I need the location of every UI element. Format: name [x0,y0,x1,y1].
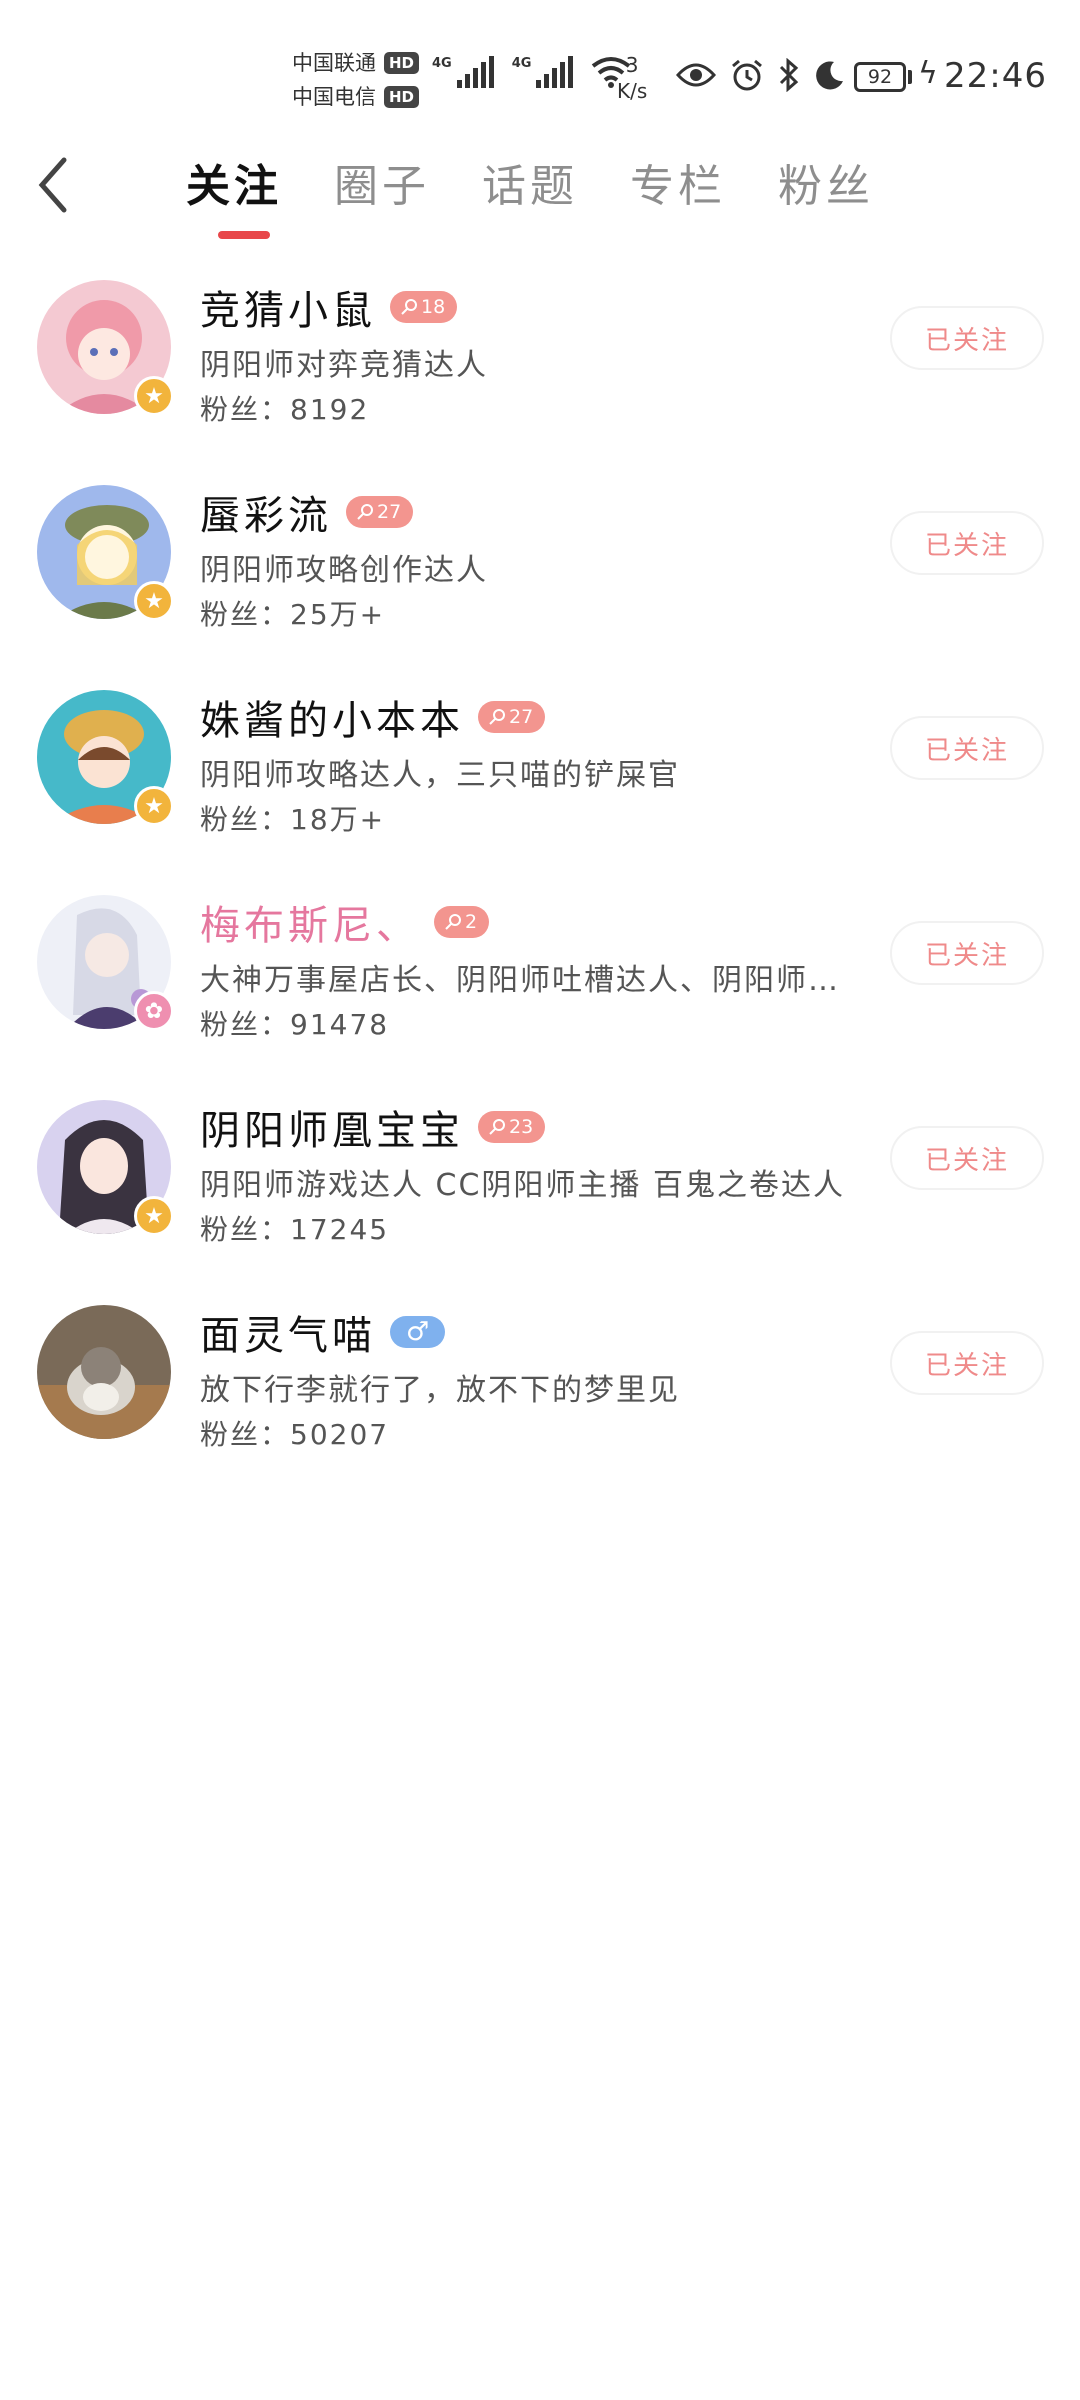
net-speed: 3 K/s [617,53,648,103]
followed-button[interactable]: 已关注 [890,306,1044,370]
status-bar: 中国联通 HD 中国电信 HD 4G 4G 3 K/s 92 ϟ 22:46 [0,0,1080,130]
user-name[interactable]: 竞猜小鼠 [200,278,376,336]
user-description: 大神万事屋店长、阴阳师吐槽达人、阴阳师… [200,963,840,998]
active-tab-indicator [218,231,270,239]
list-item[interactable]: 面灵气喵 ♂ 放下行李就行了，放不下的梦里见 粉丝：50207 已关注 [0,1297,1080,1502]
fan-count: 粉丝：8192 [200,393,370,426]
verified-star-icon: ★ [134,376,174,416]
user-description: 放下行李就行了，放不下的梦里见 [200,1373,680,1408]
list-item[interactable]: ★ 竞猜小鼠 18 阴阳师对弈竞猜达人 粉丝：8192 已关注 [0,272,1080,477]
hd-badge: HD [384,86,420,108]
user-description: 阴阳师游戏达人 CC阴阳师主播 百鬼之卷达人 [200,1168,845,1203]
level-icon [489,1119,505,1135]
user-name[interactable]: 面灵气喵 [200,1303,376,1361]
followed-button[interactable]: 已关注 [890,1126,1044,1190]
tab-topics[interactable]: 话题 [482,150,578,214]
user-name[interactable]: 梅布斯尼、 [200,893,420,951]
back-button[interactable] [34,152,94,218]
battery-icon: 92 [854,62,906,92]
user-description: 阴阳师对弈竞猜达人 [200,348,488,383]
charging-icon: ϟ [918,56,938,91]
user-description: 阴阳师攻略创作达人 [200,553,488,588]
clock: 22:46 [944,56,1047,96]
chevron-left-icon [38,157,67,213]
level-badge: 27 [346,496,414,528]
level-icon [401,299,417,315]
fan-count: 粉丝：17245 [200,1213,390,1246]
level-icon [489,709,505,725]
user-name[interactable]: 姝酱的小本本 [200,688,464,746]
signal-strength-icon: 4G [512,56,574,88]
level-icon [445,914,461,930]
list-item[interactable]: ★ 姝酱的小本本 27 阴阳师攻略达人，三只喵的铲屎官 粉丝：18万+ 已关注 [0,682,1080,887]
user-name[interactable]: 阴阳师凰宝宝 [200,1098,464,1156]
level-icon [357,504,373,520]
fan-count: 粉丝：18万+ [200,803,386,836]
tab-circles[interactable]: 圈子 [334,150,430,214]
level-badge: 27 [478,701,546,733]
followed-button[interactable]: 已关注 [890,716,1044,780]
verified-star-icon: ★ [134,581,174,621]
male-gender-icon: ♂ [390,1316,446,1348]
signal-icons: 4G 4G [432,56,631,88]
level-badge: 23 [478,1111,546,1143]
signal-strength-icon: 4G [432,56,494,88]
eye-icon [676,63,716,87]
level-badge: 18 [390,291,458,323]
carrier-2: 中国电信 [292,85,376,109]
carrier-info: 中国联通 HD 中国电信 HD [292,46,420,114]
following-list: ★ 竞猜小鼠 18 阴阳师对弈竞猜达人 粉丝：8192 已关注 ★ 蜃彩流 27… [0,272,1080,1502]
verified-star-icon: ★ [134,786,174,826]
followed-button[interactable]: 已关注 [890,921,1044,985]
hd-badge: HD [384,52,420,74]
tab-columns[interactable]: 专栏 [630,150,726,214]
fan-count: 粉丝：25万+ [200,598,386,631]
user-description: 阴阳师攻略达人，三只喵的铲屎官 [200,758,680,793]
level-badge: 2 [434,906,490,938]
list-item[interactable]: ★ 阴阳师凰宝宝 23 阴阳师游戏达人 CC阴阳师主播 百鬼之卷达人 粉丝：17… [0,1092,1080,1297]
followed-button[interactable]: 已关注 [890,511,1044,575]
tab-fans[interactable]: 粉丝 [778,150,874,214]
carrier-1: 中国联通 [292,51,376,75]
user-name[interactable]: 蜃彩流 [200,483,332,541]
avatar[interactable] [37,1305,171,1439]
bluetooth-icon [779,58,799,92]
alarm-icon [732,59,762,91]
fan-count: 粉丝：91478 [200,1008,390,1041]
paw-badge-icon: ✿ [134,991,174,1031]
fan-count: 粉丝：50207 [200,1418,390,1451]
verified-star-icon: ★ [134,1196,174,1236]
list-item[interactable]: ★ 蜃彩流 27 阴阳师攻略创作达人 粉丝：25万+ 已关注 [0,477,1080,682]
followed-button[interactable]: 已关注 [890,1331,1044,1395]
tab-following[interactable]: 关注 [186,150,282,214]
tab-bar: 关注 圈子 话题 专栏 粉丝 [186,150,926,214]
moon-icon [816,61,843,90]
list-item[interactable]: ✿ 梅布斯尼、 2 大神万事屋店长、阴阳师吐槽达人、阴阳师… 粉丝：91478 … [0,887,1080,1092]
